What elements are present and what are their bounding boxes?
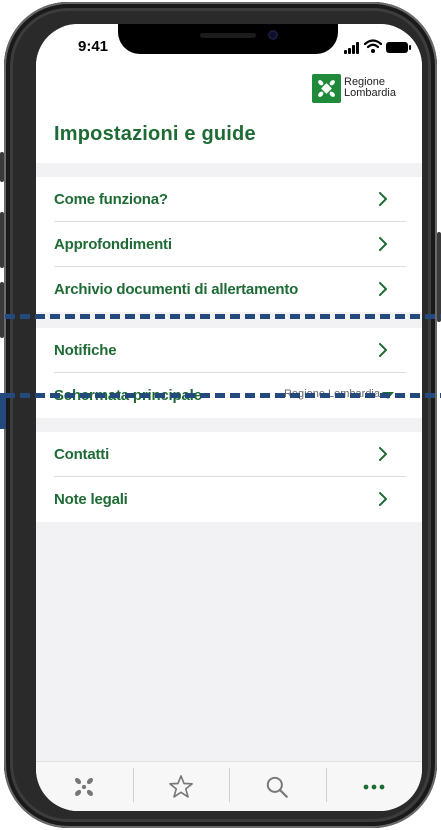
guides-group: Come funziona? Approfondimenti Archivio …: [36, 177, 422, 312]
tab-search[interactable]: [229, 762, 326, 811]
tab-favorites[interactable]: [132, 762, 230, 811]
list-item-contatti[interactable]: Contatti: [36, 432, 422, 477]
list-item-label: Come funziona?: [54, 191, 168, 208]
list-item-label: Approfondimenti: [54, 236, 172, 253]
screen: 9:41 Regione Lombardia Impostazioni e gu…: [36, 24, 422, 811]
tab-more[interactable]: [325, 762, 423, 811]
info-group: Contatti Note legali: [36, 432, 422, 522]
signal-icon: [344, 42, 362, 54]
wifi-icon: [364, 39, 382, 53]
list-item-label: Contatti: [54, 446, 110, 463]
tab-bar: [36, 761, 422, 811]
list-item-archivio[interactable]: Archivio documenti di allertamento: [36, 267, 422, 312]
chevron-right-icon: [379, 192, 387, 206]
pinwheel-icon: [75, 778, 94, 796]
list-item-label: Archivio documenti di allertamento: [54, 281, 299, 298]
brand-logo: Regione Lombardia: [312, 73, 396, 103]
header: Regione Lombardia Impostazioni e guide: [36, 68, 422, 163]
search-icon: [267, 776, 289, 798]
highlight-annotation-stub: [0, 393, 6, 429]
volume-up-button: [0, 212, 4, 268]
chevron-right-icon: [379, 237, 387, 251]
speaker: [200, 33, 256, 38]
more-icon: [363, 784, 385, 790]
phone-frame: 9:41 Regione Lombardia Impostazioni e gu…: [0, 2, 441, 828]
list-item-label: Note legali: [54, 491, 128, 508]
chevron-right-icon: [379, 447, 387, 461]
list-item-note-legali[interactable]: Note legali: [36, 477, 422, 522]
mute-switch: [0, 152, 4, 182]
list-item-come-funziona[interactable]: Come funziona?: [36, 177, 422, 222]
page-title: Impostazioni e guide: [54, 123, 256, 145]
chevron-right-icon: [379, 282, 387, 296]
star-icon: [168, 775, 193, 798]
brand-name-line2: Lombardia: [344, 87, 396, 99]
status-time: 9:41: [78, 38, 109, 55]
battery-icon: [386, 42, 411, 53]
notch: [118, 24, 338, 54]
highlight-annotation: [0, 314, 441, 398]
list-item-approfondimenti[interactable]: Approfondimenti: [36, 222, 422, 267]
camera: [268, 30, 278, 40]
power-button: [437, 232, 441, 322]
chevron-right-icon: [379, 492, 387, 506]
tab-home[interactable]: [36, 762, 133, 811]
rosa-camuna-icon: [312, 73, 341, 103]
